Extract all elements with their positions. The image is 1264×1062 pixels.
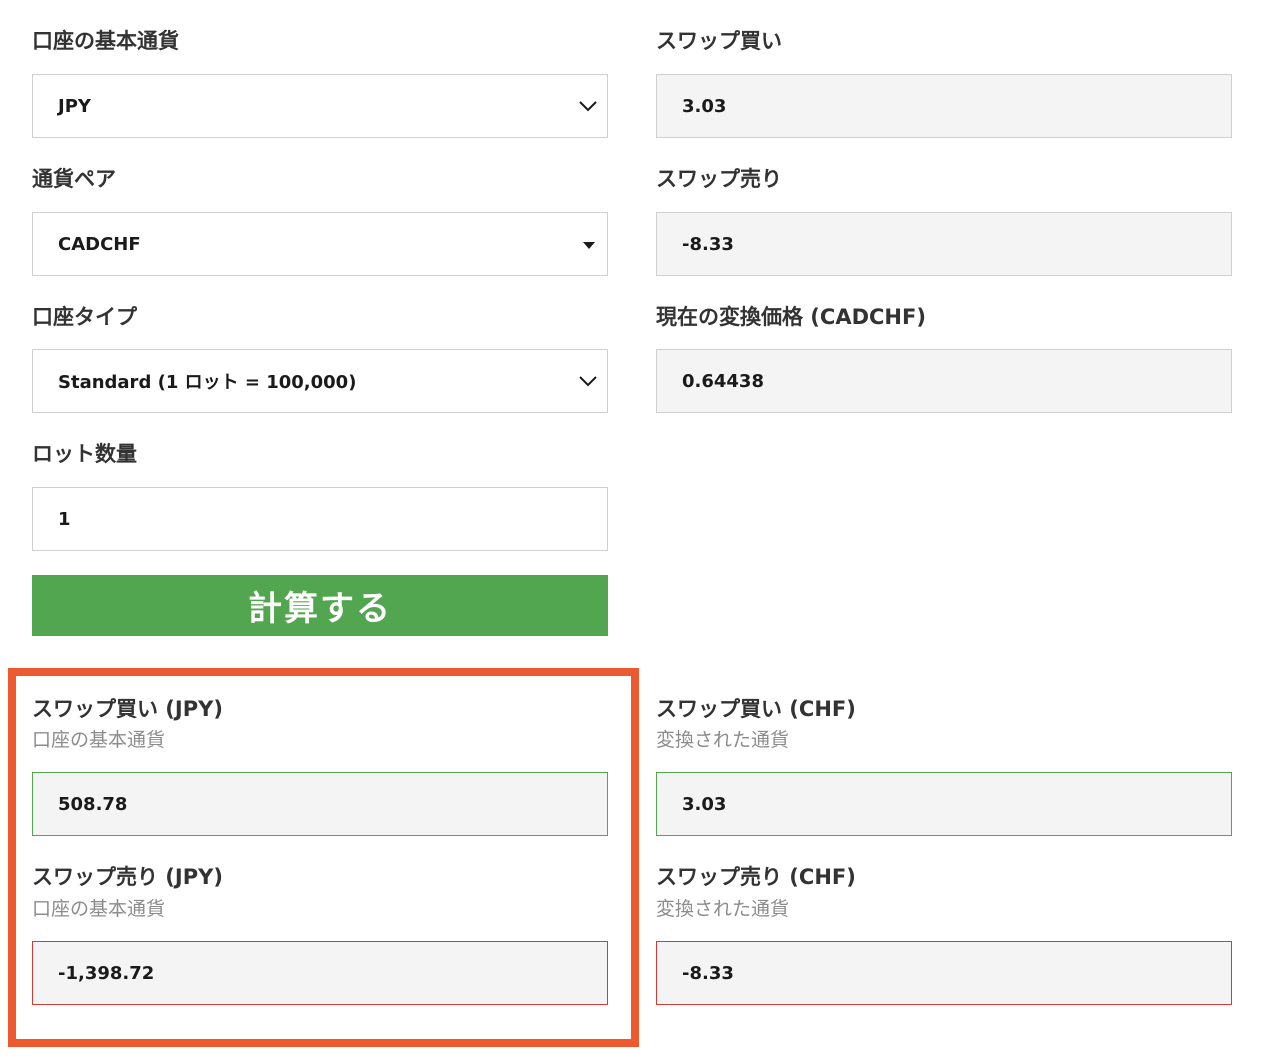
result-swap-sell-base-value: -1,398.72 bbox=[58, 962, 155, 984]
result-swap-sell-base-field: -1,398.72 bbox=[32, 941, 608, 1005]
base-currency-select[interactable]: JPY bbox=[32, 74, 608, 138]
conversion-price-label: 現在の変換価格 (CADCHF) bbox=[656, 305, 926, 329]
swap-sell-field: -8.33 bbox=[656, 212, 1232, 276]
result-swap-buy-converted-label: スワップ買い (CHF) bbox=[656, 697, 856, 721]
swap-sell-label: スワップ売り bbox=[656, 167, 782, 191]
currency-pair-label: 通貨ペア bbox=[32, 167, 116, 191]
result-swap-sell-converted-sublabel: 変換された通貨 bbox=[656, 898, 790, 920]
account-type-value: Standard (1 ロット = 100,000) bbox=[58, 372, 357, 393]
base-currency-value: JPY bbox=[58, 95, 91, 117]
conversion-price-value: 0.64438 bbox=[682, 370, 764, 392]
caret-down-icon bbox=[583, 242, 595, 249]
lot-size-input[interactable]: 1 bbox=[32, 487, 608, 551]
conversion-price-field: 0.64438 bbox=[656, 349, 1232, 413]
swap-buy-field: 3.03 bbox=[656, 74, 1232, 138]
result-swap-buy-base-value: 508.78 bbox=[58, 793, 128, 815]
result-swap-buy-base-sublabel: 口座の基本通貨 bbox=[32, 729, 166, 751]
account-type-select[interactable]: Standard (1 ロット = 100,000) bbox=[32, 349, 608, 413]
swap-buy-label: スワップ買い bbox=[656, 29, 782, 53]
result-swap-sell-converted-value: -8.33 bbox=[682, 962, 734, 984]
base-currency-label: 口座の基本通貨 bbox=[32, 29, 179, 53]
swap-sell-value: -8.33 bbox=[682, 233, 734, 255]
currency-pair-value: CADCHF bbox=[58, 233, 141, 255]
result-swap-sell-converted-label: スワップ売り (CHF) bbox=[656, 865, 856, 889]
calculate-button[interactable]: 計算する bbox=[32, 575, 608, 636]
lot-size-label: ロット数量 bbox=[32, 442, 137, 466]
swap-buy-value: 3.03 bbox=[682, 95, 727, 117]
currency-pair-select[interactable]: CADCHF bbox=[32, 212, 608, 276]
result-swap-sell-base-sublabel: 口座の基本通貨 bbox=[32, 898, 166, 920]
result-swap-buy-base-label: スワップ買い (JPY) bbox=[32, 697, 223, 721]
chevron-down-icon bbox=[579, 101, 597, 112]
result-swap-sell-base-label: スワップ売り (JPY) bbox=[32, 865, 223, 889]
result-swap-sell-converted-field: -8.33 bbox=[656, 941, 1232, 1005]
account-type-label: 口座タイプ bbox=[32, 305, 137, 329]
result-swap-buy-converted-value: 3.03 bbox=[682, 793, 727, 815]
chevron-down-icon bbox=[579, 376, 597, 387]
result-swap-buy-base-field: 508.78 bbox=[32, 772, 608, 836]
result-swap-buy-converted-sublabel: 変換された通貨 bbox=[656, 729, 790, 751]
lot-size-value: 1 bbox=[58, 508, 71, 530]
result-swap-buy-converted-field: 3.03 bbox=[656, 772, 1232, 836]
